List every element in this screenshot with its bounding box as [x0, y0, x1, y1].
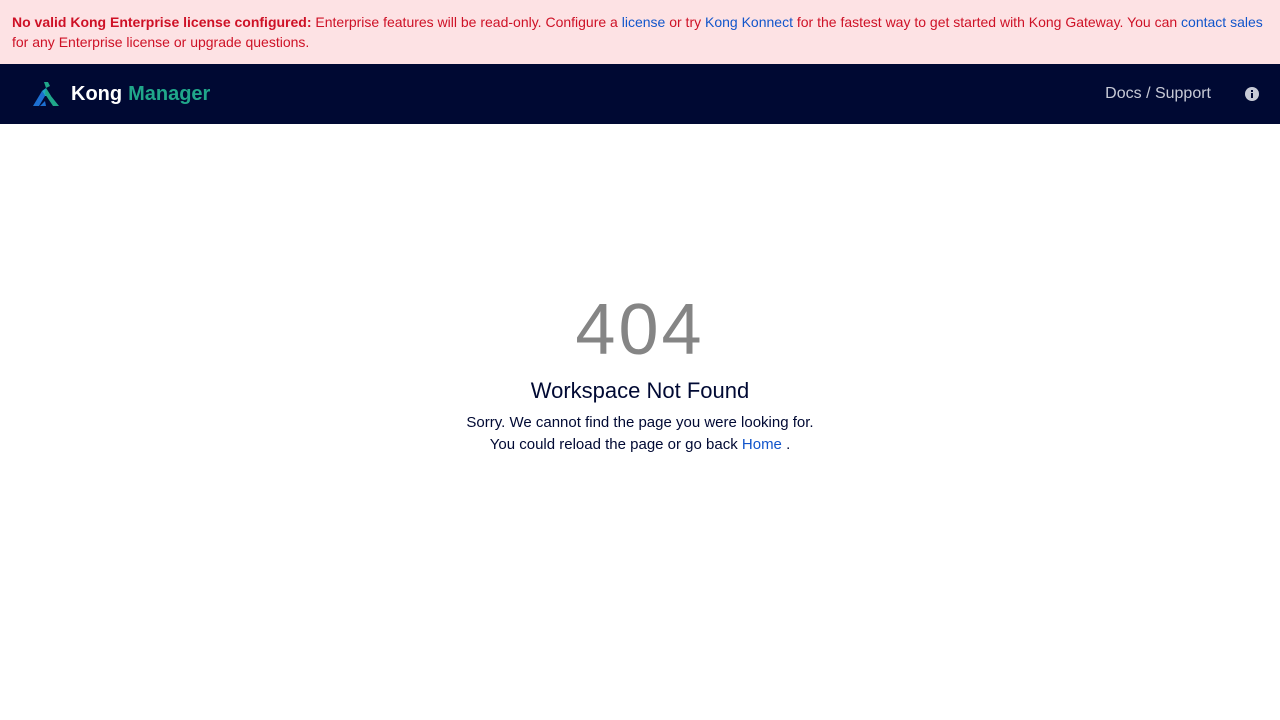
error-title: Workspace Not Found	[530, 378, 750, 403]
info-circle-icon	[1245, 87, 1259, 101]
kong-logo-icon	[33, 82, 59, 106]
brand-logo-link[interactable]: Kong Manager	[31, 82, 210, 106]
brand-kong-text: Kong	[71, 82, 123, 105]
error-message-end: .	[781, 436, 791, 453]
not-found-content: 404 Workspace Not Found Sorry. We cannot…	[0, 124, 1280, 720]
brand-manager-text: Manager	[128, 82, 211, 105]
docs-support-link[interactable]: Docs / Support	[1105, 85, 1211, 103]
top-navbar: Kong Manager Docs / Support	[0, 64, 1280, 124]
license-warning-banner: No valid Kong Enterprise license configu…	[0, 0, 1280, 64]
banner-text-2: or try	[665, 14, 705, 30]
error-message: Sorry. We cannot find the page you were …	[465, 412, 815, 456]
contact-sales-link[interactable]: contact sales	[1181, 14, 1263, 30]
home-link[interactable]: Home	[742, 436, 782, 453]
kong-konnect-link[interactable]: Kong Konnect	[705, 14, 793, 30]
banner-strong-text: No valid Kong Enterprise license configu…	[12, 14, 312, 30]
banner-text-4: for any Enterprise license or upgrade qu…	[12, 34, 310, 50]
banner-text-3: for the fastest way to get started with …	[792, 14, 1182, 30]
error-code: 404	[575, 290, 705, 370]
info-button[interactable]	[1244, 86, 1260, 102]
license-link[interactable]: license	[622, 14, 666, 30]
banner-text-1: Enterprise features will be read-only. C…	[311, 14, 622, 30]
